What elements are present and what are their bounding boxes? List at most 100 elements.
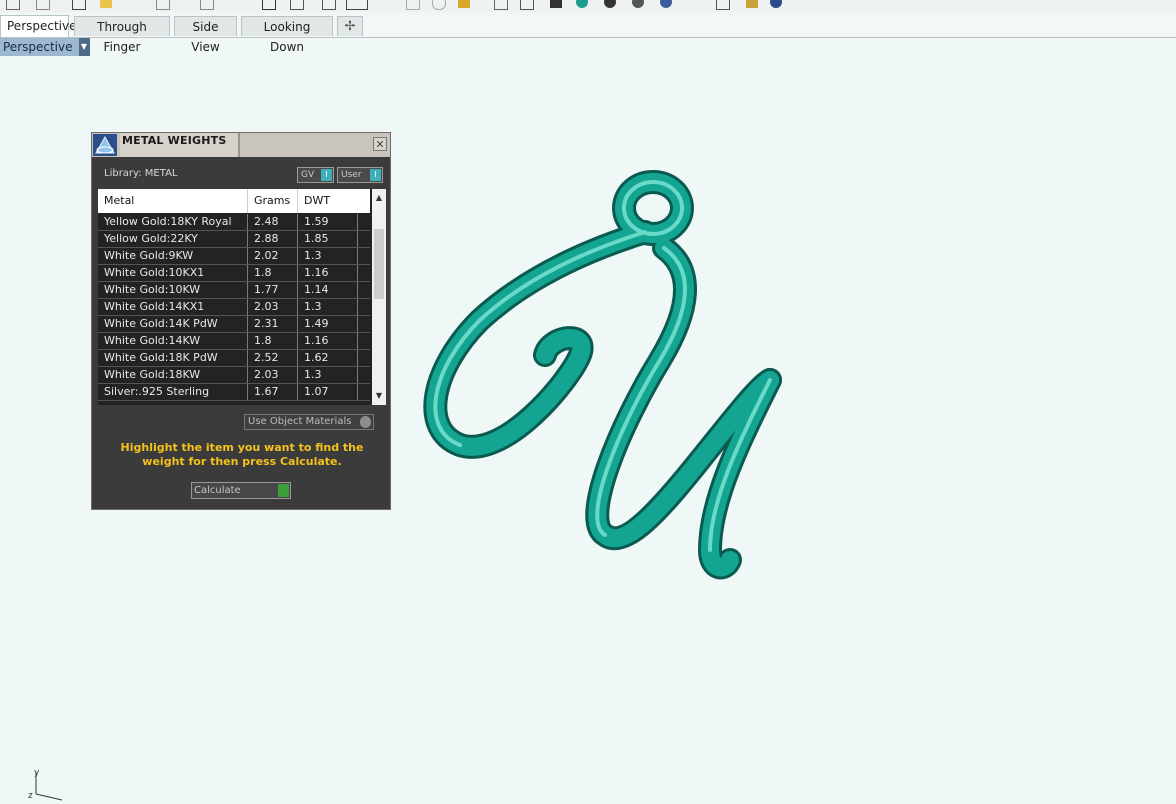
viewport-title[interactable]: Perspective — [0, 38, 79, 56]
cell-grams: 2.03 — [248, 367, 298, 383]
metal-table: Metal Grams DWT Yellow Gold:18KY Royal 2.… — [98, 189, 386, 405]
cell-dwt: 1.3 — [298, 299, 358, 315]
table-row[interactable]: White Gold:9KW 2.02 1.3 — [98, 248, 370, 265]
scroll-thumb[interactable] — [374, 229, 384, 299]
toolbar-icon[interactable] — [262, 0, 276, 10]
panel-title: METAL WEIGHTS — [122, 134, 227, 147]
cell-metal: White Gold:10KX1 — [98, 265, 248, 281]
table-body: Yellow Gold:18KY Royal 2.48 1.59 Yellow Gol… — [98, 214, 370, 401]
cell-metal: White Gold:18KW — [98, 367, 248, 383]
toolbar-icon[interactable] — [494, 0, 508, 10]
toolbar-icon[interactable] — [322, 0, 336, 10]
cell-grams: 1.8 — [248, 265, 298, 281]
scroll-down-icon[interactable]: ▼ — [372, 389, 386, 403]
toggle-icon: I — [370, 169, 381, 181]
calculate-button[interactable]: Calculate — [191, 482, 291, 499]
toolbar-icon[interactable] — [604, 0, 616, 8]
table-scrollbar[interactable]: ▲ ▼ — [372, 189, 386, 405]
toolbar-icon[interactable] — [576, 0, 588, 8]
toolbar-icon[interactable] — [632, 0, 644, 8]
table-row[interactable]: Yellow Gold:18KY Royal 2.48 1.59 — [98, 214, 370, 231]
table-row[interactable]: White Gold:18K PdW 2.52 1.62 — [98, 350, 370, 367]
cell-metal: White Gold:18K PdW — [98, 350, 248, 366]
table-row[interactable]: White Gold:10KW 1.77 1.14 — [98, 282, 370, 299]
cell-metal: Yellow Gold:22KY — [98, 231, 248, 247]
user-label: User — [341, 170, 362, 180]
axis-y-label: y — [34, 768, 40, 778]
table-row[interactable]: White Gold:14KW 1.8 1.16 — [98, 333, 370, 350]
axis-triad-icon: y z — [28, 768, 63, 801]
cell-dwt: 1.14 — [298, 282, 358, 298]
table-header: Metal Grams DWT — [98, 189, 370, 213]
toolbar-icon[interactable] — [746, 0, 758, 8]
panel-header[interactable]: METAL WEIGHTS ✕ — [92, 133, 390, 157]
toolbar-icon[interactable] — [156, 0, 170, 10]
library-label: Library: METAL — [104, 168, 178, 179]
add-tab-icon[interactable]: ✢ — [337, 16, 363, 36]
toolbar-icon[interactable] — [716, 0, 730, 10]
tab-side-view[interactable]: Side View — [174, 16, 237, 54]
cell-dwt: 1.3 — [298, 367, 358, 383]
toolbar-icon[interactable] — [346, 0, 368, 10]
toolbar-strip — [0, 0, 1176, 12]
column-header-dwt[interactable]: DWT — [298, 189, 358, 213]
checkbox-icon — [360, 416, 371, 428]
cell-grams: 2.31 — [248, 316, 298, 332]
viewport-label[interactable]: Perspective ▼ — [0, 38, 90, 56]
cell-dwt: 1.3 — [298, 248, 358, 264]
cell-metal: Silver:.925 Sterling — [98, 384, 248, 400]
toolbar-icon[interactable] — [432, 0, 446, 10]
toolbar-icon[interactable] — [458, 0, 470, 8]
toolbar-icon[interactable] — [290, 0, 304, 10]
user-toggle[interactable]: User I — [337, 167, 383, 183]
toolbar-icon[interactable] — [100, 0, 112, 8]
cell-grams: 2.48 — [248, 214, 298, 230]
cell-grams: 1.8 — [248, 333, 298, 349]
instruction-text: Highlight the item you want to find the … — [120, 441, 364, 468]
chevron-down-icon[interactable]: ▼ — [78, 38, 90, 56]
tab-looking-down[interactable]: Looking Down — [241, 16, 333, 54]
cell-dwt: 1.16 — [298, 333, 358, 349]
table-row[interactable]: Silver:.925 Sterling 1.67 1.07 — [98, 384, 370, 401]
tab-through-finger[interactable]: Through Finger — [74, 16, 170, 54]
table-row[interactable]: Yellow Gold:22KY 2.88 1.85 — [98, 231, 370, 248]
toolbar-icon[interactable] — [200, 0, 214, 10]
table-row[interactable]: White Gold:14K PdW 2.31 1.49 — [98, 316, 370, 333]
cell-dwt: 1.16 — [298, 265, 358, 281]
calculate-label: Calculate — [194, 485, 241, 496]
close-icon[interactable]: ✕ — [373, 137, 387, 151]
cell-metal: White Gold:14KW — [98, 333, 248, 349]
cell-grams: 2.03 — [248, 299, 298, 315]
gv-toggle[interactable]: GV I — [297, 167, 334, 183]
toolbar-icon[interactable] — [6, 0, 20, 10]
toolbar-icon[interactable] — [520, 0, 534, 10]
viewport-tab-bar: Perspective Through Finger Side View Loo… — [0, 15, 1176, 54]
cell-dwt: 1.07 — [298, 384, 358, 400]
table-row[interactable]: White Gold:10KX1 1.8 1.16 — [98, 265, 370, 282]
toolbar-icon[interactable] — [406, 0, 420, 10]
cell-metal: White Gold:14KX1 — [98, 299, 248, 315]
cell-metal: White Gold:10KW — [98, 282, 248, 298]
axis-z-label: z — [28, 791, 33, 801]
column-header-grams[interactable]: Grams — [248, 189, 298, 213]
cell-dwt: 1.62 — [298, 350, 358, 366]
play-icon — [278, 484, 289, 497]
column-header-metal[interactable]: Metal — [98, 189, 248, 213]
cell-dwt: 1.49 — [298, 316, 358, 332]
cell-grams: 1.77 — [248, 282, 298, 298]
scroll-up-icon[interactable]: ▲ — [372, 191, 386, 205]
toolbar-icon[interactable] — [36, 0, 50, 10]
tab-perspective[interactable]: Perspective — [0, 15, 77, 37]
cell-dwt: 1.85 — [298, 231, 358, 247]
cell-metal: Yellow Gold:18KY Royal — [98, 214, 248, 230]
cell-grams: 2.88 — [248, 231, 298, 247]
cell-metal: White Gold:9KW — [98, 248, 248, 264]
toolbar-icon[interactable] — [770, 0, 782, 8]
pendant-model[interactable] — [420, 170, 800, 590]
use-object-materials-checkbox[interactable]: Use Object Materials — [244, 414, 374, 430]
toolbar-icon[interactable] — [660, 0, 672, 8]
table-row[interactable]: White Gold:14KX1 2.03 1.3 — [98, 299, 370, 316]
toolbar-icon[interactable] — [550, 0, 562, 8]
table-row[interactable]: White Gold:18KW 2.03 1.3 — [98, 367, 370, 384]
toolbar-icon[interactable] — [72, 0, 86, 10]
